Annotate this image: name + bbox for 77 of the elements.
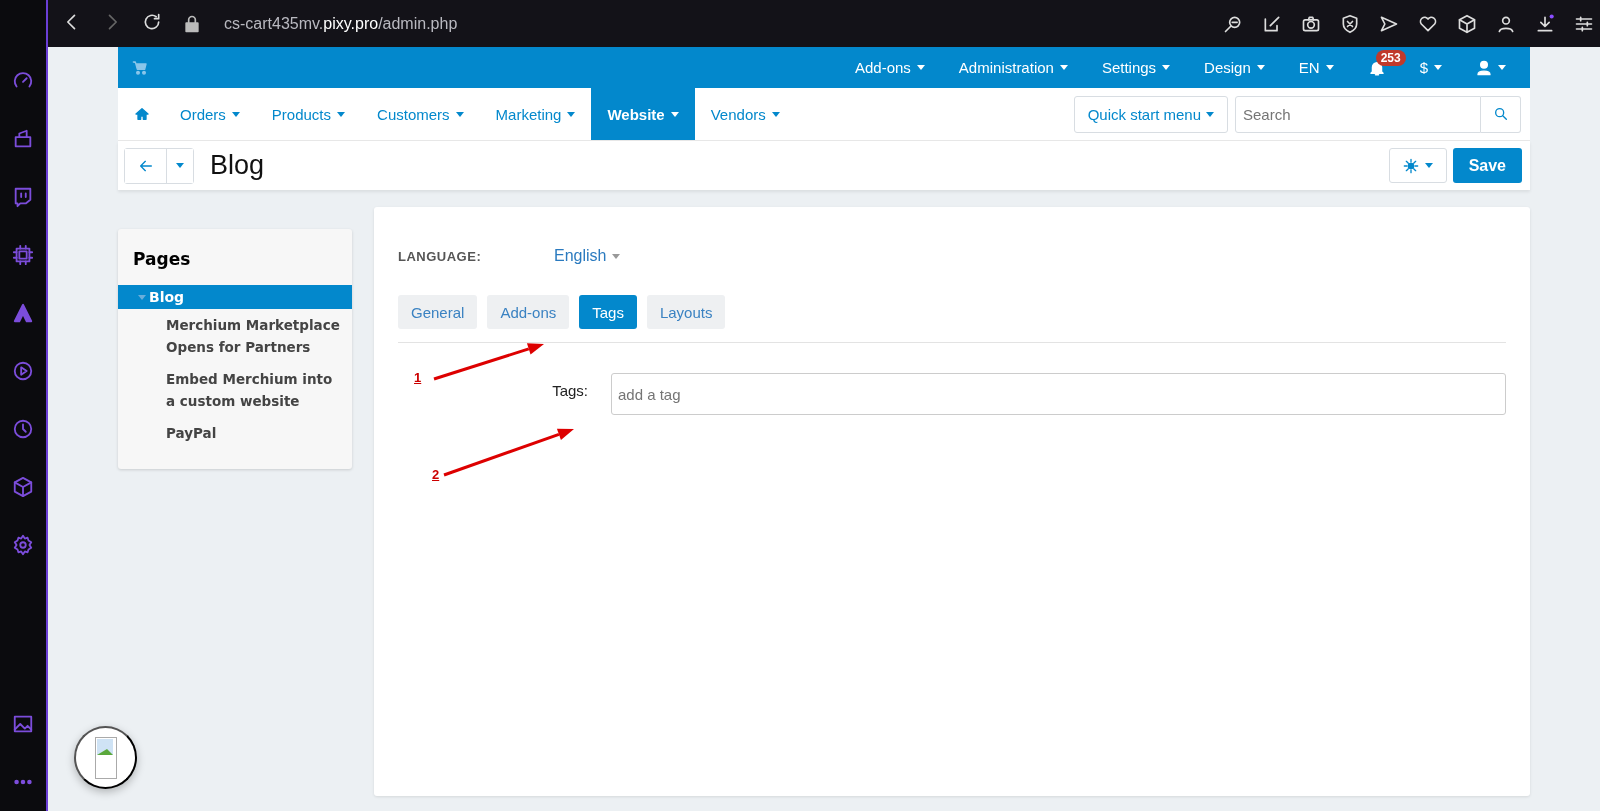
caret-icon bbox=[455, 111, 464, 117]
currency-menu[interactable]: $ bbox=[1419, 59, 1442, 76]
nav-tab[interactable]: Website bbox=[591, 88, 695, 140]
url-text[interactable]: cs-cart435mv.pixy.pro/admin.php bbox=[224, 14, 458, 33]
caret-icon bbox=[612, 253, 621, 259]
clock-icon[interactable] bbox=[12, 418, 34, 440]
field-label: Tags: bbox=[551, 381, 588, 401]
search-button[interactable] bbox=[1481, 95, 1521, 133]
page-title: Blog bbox=[210, 150, 265, 181]
cart-icon[interactable] bbox=[132, 59, 148, 76]
caret-icon bbox=[231, 111, 240, 117]
caret-icon bbox=[771, 111, 780, 117]
triangle-logo-icon[interactable] bbox=[12, 302, 34, 324]
top-menu-item[interactable]: Add-ons bbox=[855, 59, 925, 76]
user-menu[interactable] bbox=[1476, 59, 1506, 76]
search-field[interactable]: Search bbox=[1235, 95, 1481, 133]
nav-tab[interactable]: Customers bbox=[361, 88, 480, 140]
user-icon bbox=[1476, 59, 1492, 76]
annotation-number: 1 bbox=[414, 370, 422, 385]
tab[interactable]: General bbox=[398, 295, 478, 329]
caret-icon bbox=[1424, 163, 1433, 168]
chat-bubble-icon[interactable] bbox=[12, 186, 34, 208]
caret-icon bbox=[176, 163, 184, 168]
broken-image-icon bbox=[94, 736, 117, 779]
toolbox-icon[interactable] bbox=[12, 128, 34, 150]
send-icon[interactable] bbox=[1379, 13, 1399, 34]
gear-icon[interactable] bbox=[12, 534, 34, 556]
settings-button[interactable] bbox=[1388, 148, 1447, 183]
image-icon[interactable] bbox=[12, 713, 34, 735]
caret-icon bbox=[1059, 65, 1068, 70]
top-menu-item[interactable]: Settings bbox=[1101, 59, 1171, 76]
tree-item[interactable]: Merchium Marketplace Opens for Partners bbox=[118, 309, 352, 363]
caret-icon bbox=[670, 111, 679, 117]
lock-icon bbox=[182, 13, 202, 34]
tree-item[interactable]: Blog bbox=[118, 285, 352, 309]
caret-icon bbox=[916, 65, 925, 70]
tab[interactable]: Tags bbox=[579, 295, 637, 329]
quick-start-menu-button[interactable]: Quick start menu bbox=[1073, 95, 1228, 133]
save-button[interactable]: Save bbox=[1452, 148, 1522, 183]
nav-tab[interactable]: Marketing bbox=[479, 88, 592, 140]
caret-icon bbox=[1325, 65, 1334, 70]
tree-item[interactable]: Embed Merchium into a custom website bbox=[118, 363, 352, 417]
top-menu-item[interactable]: Design bbox=[1204, 59, 1265, 76]
home-icon bbox=[134, 106, 150, 122]
language-dropdown[interactable]: English bbox=[554, 247, 621, 265]
tab[interactable]: Add-ons bbox=[487, 295, 570, 329]
nav-tab[interactable]: Orders bbox=[164, 88, 256, 140]
caret-icon bbox=[567, 111, 576, 117]
back-button[interactable] bbox=[125, 148, 167, 183]
settings-icon bbox=[1402, 157, 1419, 174]
chip-icon[interactable] bbox=[12, 244, 34, 266]
caret-icon bbox=[337, 111, 346, 117]
search-icon bbox=[1492, 106, 1509, 122]
tree-item[interactable]: PayPal bbox=[118, 417, 352, 449]
top-menu-item[interactable]: Administration bbox=[958, 59, 1068, 76]
edit-icon[interactable] bbox=[1262, 13, 1282, 34]
floating-button[interactable] bbox=[74, 726, 137, 789]
nav-tab[interactable]: Products bbox=[255, 88, 362, 140]
annotation-number: 2 bbox=[432, 467, 440, 482]
tags-field[interactable]: add a tag bbox=[611, 373, 1506, 415]
heart-icon[interactable] bbox=[1418, 13, 1438, 34]
shield-icon[interactable] bbox=[1340, 13, 1360, 34]
reload-icon[interactable] bbox=[142, 11, 162, 32]
caret-icon bbox=[1162, 65, 1171, 70]
language-label: LANGUAGE: bbox=[398, 248, 483, 264]
notification-badge: 253 bbox=[1375, 49, 1406, 66]
download-icon[interactable] bbox=[1535, 13, 1555, 34]
caret-icon bbox=[1498, 65, 1506, 70]
caret-icon bbox=[1434, 65, 1442, 70]
panel-title: Pages bbox=[133, 249, 192, 269]
tab[interactable]: Layouts bbox=[646, 295, 726, 329]
play-circle-icon[interactable] bbox=[12, 360, 34, 382]
top-menu-item[interactable]: EN bbox=[1298, 59, 1334, 76]
caret-icon bbox=[1256, 65, 1265, 70]
nav-tab[interactable]: Vendors bbox=[694, 88, 796, 140]
expanded-caret-icon bbox=[138, 294, 146, 300]
caret-icon bbox=[1206, 111, 1214, 117]
